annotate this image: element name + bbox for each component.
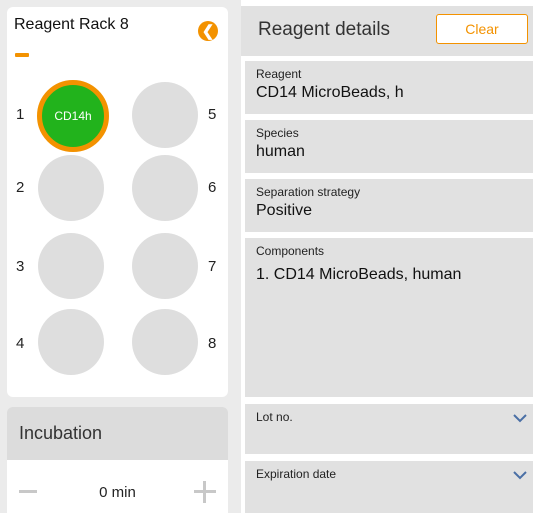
species-value: human bbox=[256, 143, 305, 160]
clear-button[interactable]: Clear bbox=[436, 14, 528, 44]
expiration-date-label: Expiration date bbox=[256, 467, 337, 481]
slot-number-6: 6 bbox=[208, 179, 217, 196]
species-field[interactable]: Species human bbox=[245, 120, 533, 173]
separation-strategy-label: Separation strategy bbox=[256, 185, 361, 199]
lot-number-label: Lot no. bbox=[256, 410, 293, 424]
incubation-stepper: 0 min bbox=[7, 460, 228, 513]
reagent-details-panel: Reagent details Clear Reagent CD14 Micro… bbox=[241, 0, 533, 513]
separation-strategy-field[interactable]: Separation strategy Positive bbox=[245, 179, 533, 232]
rack-slot-2[interactable] bbox=[38, 155, 104, 221]
species-label: Species bbox=[256, 126, 299, 140]
rack-slot-8[interactable] bbox=[132, 309, 198, 375]
left-panel: Reagent Rack 8 ❮ 1 CD14h 5 2 6 3 7 4 8 I… bbox=[0, 0, 233, 513]
rack-slot-3[interactable] bbox=[38, 233, 104, 299]
incubation-header: Incubation bbox=[7, 407, 228, 460]
reagent-value: CD14 MicroBeads, h bbox=[256, 84, 404, 101]
reagent-label: Reagent bbox=[256, 67, 302, 81]
slot-number-5: 5 bbox=[208, 106, 217, 123]
arrow-left-circle-icon[interactable]: ❮ bbox=[198, 21, 218, 41]
slot-label-1: CD14h bbox=[54, 109, 92, 123]
slot-number-1: 1 bbox=[16, 106, 25, 123]
slot-number-3: 3 bbox=[16, 258, 25, 275]
rack-slot-4[interactable] bbox=[38, 309, 104, 375]
separation-strategy-value: Positive bbox=[256, 202, 313, 219]
lot-number-field[interactable]: Lot no. bbox=[245, 404, 533, 454]
rack-slot-5[interactable] bbox=[132, 82, 198, 148]
details-title: Reagent details bbox=[258, 19, 391, 40]
rack-slot-1[interactable]: CD14h bbox=[37, 80, 109, 152]
chevron-down-icon[interactable] bbox=[512, 470, 528, 480]
reagent-rack-card: Reagent Rack 8 ❮ 1 CD14h 5 2 6 3 7 4 8 bbox=[7, 7, 228, 397]
details-header: Reagent details Clear bbox=[241, 6, 533, 56]
expiration-date-field[interactable]: Expiration date bbox=[245, 461, 533, 513]
components-value: 1. CD14 MicroBeads, human bbox=[256, 266, 462, 283]
slot-number-2: 2 bbox=[16, 179, 25, 196]
chevron-down-icon[interactable] bbox=[512, 413, 528, 423]
components-field: Components 1. CD14 MicroBeads, human bbox=[245, 238, 533, 397]
tab-indicator bbox=[15, 53, 29, 57]
components-label: Components bbox=[256, 244, 325, 258]
rack-slot-7[interactable] bbox=[132, 233, 198, 299]
incubation-title: Incubation bbox=[19, 423, 103, 443]
reagent-field[interactable]: Reagent CD14 MicroBeads, h bbox=[245, 61, 533, 114]
rack-slot-6[interactable] bbox=[132, 155, 198, 221]
rack-title: Reagent Rack 8 bbox=[14, 16, 129, 33]
slot-number-7: 7 bbox=[208, 258, 217, 275]
slot-number-8: 8 bbox=[208, 335, 217, 352]
slot-number-4: 4 bbox=[16, 335, 25, 352]
plus-icon[interactable] bbox=[194, 481, 216, 503]
